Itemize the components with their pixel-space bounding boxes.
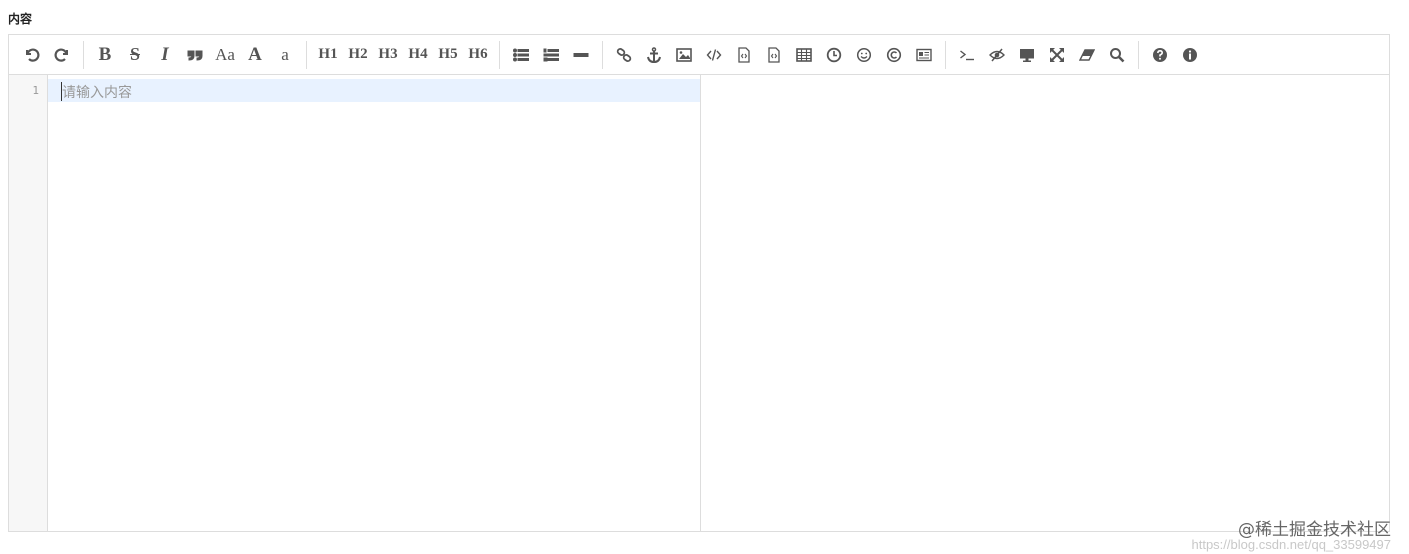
bold-icon: B	[98, 43, 112, 65]
image-button[interactable]	[670, 41, 698, 69]
uppercase-button[interactable]: A	[241, 41, 269, 69]
toolbar-divider	[945, 40, 946, 69]
horizontal-rule-icon	[573, 52, 589, 57]
toolbar-divider	[306, 40, 307, 69]
quote-button[interactable]	[181, 41, 209, 69]
markdown-input-pane[interactable]: 1 请输入内容	[9, 75, 701, 531]
toolbar-divider	[83, 40, 84, 69]
fullscreen-button[interactable]	[1043, 41, 1071, 69]
preformatted-button[interactable]	[730, 41, 758, 69]
quote-icon	[187, 50, 203, 61]
file-code-icon	[738, 46, 750, 63]
content-field-label: 内容	[8, 12, 33, 26]
list-ol-button[interactable]	[537, 41, 565, 69]
info-button[interactable]	[1176, 41, 1204, 69]
italic-icon: I	[161, 43, 169, 65]
h4-button[interactable]: H4	[404, 41, 432, 69]
search-icon	[1110, 47, 1125, 62]
watermark: @稀土掘金技术社区	[1238, 520, 1391, 540]
file-code-block-icon	[768, 46, 780, 63]
clock-icon	[826, 47, 842, 62]
undo-button[interactable]	[18, 41, 46, 69]
preview-button[interactable]	[1013, 41, 1041, 69]
redo-button[interactable]	[48, 41, 76, 69]
h1-icon: H1	[318, 46, 338, 62]
anchor-button[interactable]	[640, 41, 668, 69]
table-icon	[796, 47, 812, 62]
h3-button[interactable]: H3	[374, 41, 402, 69]
h5-icon: H5	[438, 46, 458, 62]
clear-button[interactable]	[1073, 41, 1101, 69]
bold-button[interactable]: B	[91, 41, 119, 69]
line-number-gutter: 1	[9, 75, 48, 531]
table-button[interactable]	[790, 41, 818, 69]
hr-button[interactable]	[567, 41, 595, 69]
list-ul-button[interactable]	[507, 41, 535, 69]
text-cursor	[61, 82, 62, 101]
strikethrough-icon: S	[129, 44, 140, 64]
search-button[interactable]	[1103, 41, 1131, 69]
image-icon	[676, 47, 692, 62]
list-ul-icon	[513, 48, 529, 61]
code-button[interactable]	[700, 41, 728, 69]
emoji-button[interactable]	[850, 41, 878, 69]
h6-icon: H6	[468, 46, 488, 62]
redo-icon	[54, 48, 68, 62]
eraser-icon	[1079, 48, 1095, 61]
link-button[interactable]	[610, 41, 638, 69]
h4-icon: H4	[408, 46, 428, 62]
lowercase-icon: a	[281, 44, 289, 64]
pagebreak-button[interactable]	[910, 41, 938, 69]
editor-placeholder: 请输入内容	[62, 85, 132, 101]
smile-icon	[856, 47, 872, 62]
h5-button[interactable]: H5	[434, 41, 462, 69]
watch-button[interactable]	[983, 41, 1011, 69]
toolbar-divider	[499, 40, 500, 69]
help-button[interactable]	[1146, 41, 1174, 69]
uppercase-icon: A	[248, 43, 262, 65]
editor-toolbar: B S I Aa A a H1 H2 H3 H4 H5 H6	[9, 35, 1389, 75]
copyright-icon	[886, 47, 902, 62]
code-block-button[interactable]	[760, 41, 788, 69]
undo-icon	[26, 48, 40, 62]
h6-button[interactable]: H6	[464, 41, 492, 69]
case-button[interactable]: Aa	[211, 41, 239, 69]
datetime-button[interactable]	[820, 41, 848, 69]
toolbar-divider	[1138, 40, 1139, 69]
question-circle-icon	[1153, 47, 1167, 62]
list-ol-icon	[543, 48, 559, 61]
italic-button[interactable]: I	[151, 41, 179, 69]
anchor-icon	[647, 46, 661, 63]
expand-icon	[1050, 47, 1064, 62]
strikethrough-button[interactable]: S	[121, 41, 149, 69]
code-icon	[706, 48, 722, 61]
case-icon: Aa	[215, 44, 235, 64]
newspaper-icon	[916, 48, 932, 61]
info-circle-icon	[1183, 47, 1197, 62]
eye-slash-icon	[989, 48, 1005, 61]
goto-line-button[interactable]	[953, 41, 981, 69]
link-icon	[616, 47, 632, 62]
active-line-highlight	[48, 79, 700, 102]
terminal-icon	[960, 49, 974, 60]
h2-icon: H2	[348, 46, 368, 62]
h1-button[interactable]: H1	[314, 41, 342, 69]
lowercase-button[interactable]: a	[271, 41, 299, 69]
toolbar-divider	[602, 40, 603, 69]
markdown-editor: B S I Aa A a H1 H2 H3 H4 H5 H6 1 请输入内容	[8, 34, 1390, 532]
line-number: 1	[32, 84, 39, 97]
html-entities-button[interactable]	[880, 41, 908, 69]
h3-icon: H3	[378, 46, 398, 62]
desktop-icon	[1020, 48, 1034, 62]
h2-button[interactable]: H2	[344, 41, 372, 69]
markdown-preview-pane	[701, 75, 1389, 531]
